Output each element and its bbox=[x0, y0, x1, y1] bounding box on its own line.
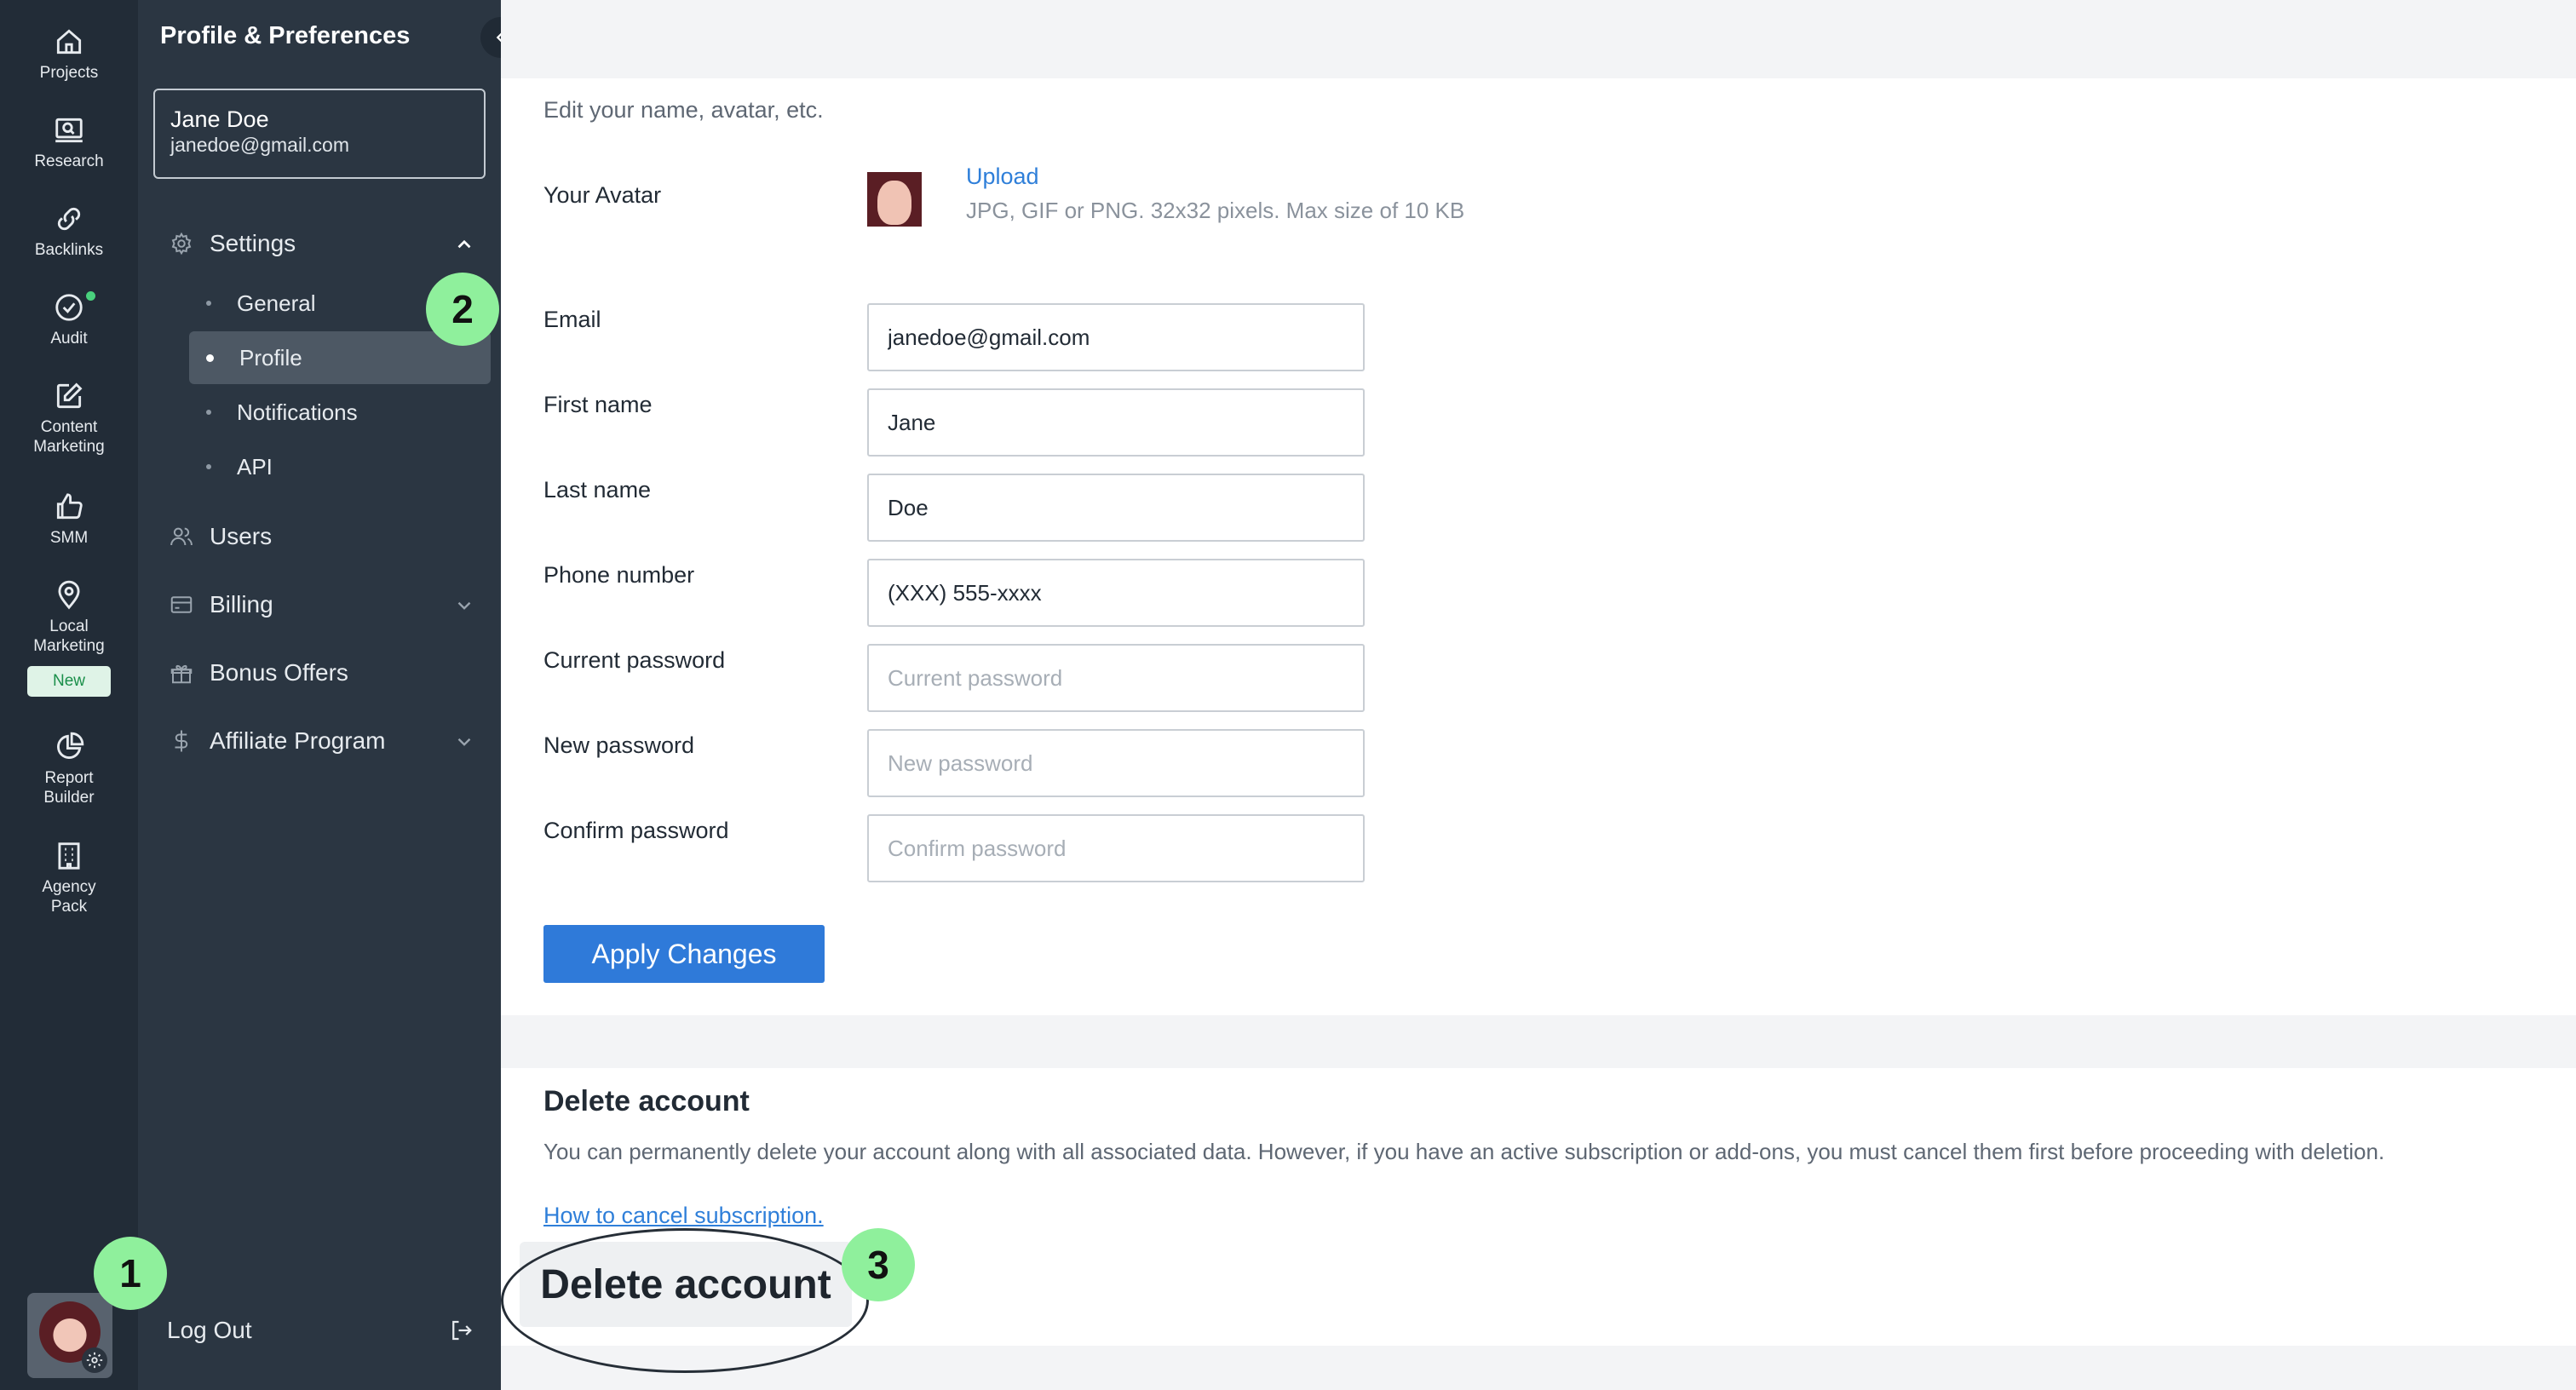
new-badge: New bbox=[27, 666, 111, 697]
confirm-password-label: Confirm password bbox=[543, 818, 729, 843]
notification-dot bbox=[86, 291, 95, 301]
highlight-oval bbox=[501, 1228, 869, 1373]
bullet bbox=[206, 410, 211, 415]
rail-item-research[interactable]: Research bbox=[0, 114, 138, 171]
account-email: janedoe@gmail.com bbox=[170, 134, 350, 156]
rail-item-audit[interactable]: Audit bbox=[0, 291, 138, 348]
rail-label: Agency Pack bbox=[42, 878, 96, 916]
sidebar-item-billing[interactable]: Billing bbox=[169, 591, 273, 618]
delete-account-title: Delete account bbox=[543, 1085, 750, 1117]
confirm-password-field[interactable] bbox=[867, 814, 1365, 882]
sidebar-title: Profile & Preferences bbox=[160, 22, 411, 49]
chevron-up-icon[interactable] bbox=[453, 233, 475, 256]
gear-icon bbox=[82, 1347, 107, 1373]
rail-label: Content Marketing bbox=[33, 418, 105, 456]
thumbs-up-icon bbox=[56, 493, 83, 520]
sidebar-subitem-api[interactable]: API bbox=[189, 440, 491, 493]
sidebar-item-label: Billing bbox=[210, 591, 273, 617]
logout-button[interactable]: Log Out bbox=[167, 1317, 474, 1344]
sidebar-item-label: Affiliate Program bbox=[210, 727, 386, 754]
email-label: Email bbox=[543, 307, 601, 332]
rail-label: SMM bbox=[49, 529, 89, 547]
chevron-down-icon[interactable] bbox=[453, 594, 475, 617]
building-icon bbox=[58, 842, 80, 870]
main-content: Edit your name, avatar, etc. Your Avatar… bbox=[501, 0, 2576, 1390]
user-avatar-button[interactable] bbox=[27, 1293, 112, 1378]
apply-changes-button[interactable]: Apply Changes bbox=[543, 925, 825, 983]
avatar-label: Your Avatar bbox=[543, 182, 662, 208]
gear-icon bbox=[171, 232, 192, 256]
last-name-field[interactable] bbox=[867, 474, 1365, 542]
logout-label: Log Out bbox=[167, 1317, 252, 1343]
rail-label: Report Builder bbox=[43, 769, 95, 807]
new-password-label: New password bbox=[543, 732, 695, 758]
sidebar-subitem-label: Profile bbox=[239, 344, 302, 370]
credit-card-icon bbox=[170, 596, 193, 613]
link-icon bbox=[57, 207, 81, 231]
current-password-label: Current password bbox=[543, 647, 726, 673]
profile-subtitle: Edit your name, avatar, etc. bbox=[543, 97, 824, 123]
rail-item-projects[interactable]: Projects bbox=[0, 26, 138, 83]
location-pin-icon bbox=[58, 580, 80, 610]
check-circle-icon bbox=[55, 294, 83, 321]
current-password-field[interactable] bbox=[867, 644, 1365, 712]
account-card[interactable]: Jane Doe janedoe@gmail.com bbox=[153, 89, 486, 179]
sidebar-subitem-label: Notifications bbox=[237, 399, 358, 425]
bullet bbox=[206, 464, 211, 469]
step-badge-1: 1 bbox=[94, 1237, 167, 1310]
avatar bbox=[867, 172, 922, 227]
icon-rail: Projects Research Backlinks Audit Conten… bbox=[0, 0, 138, 1390]
profile-panel: Edit your name, avatar, etc. Your Avatar… bbox=[501, 78, 2576, 1015]
sidebar-item-settings[interactable]: Settings bbox=[169, 230, 296, 257]
rail-item-content-marketing[interactable]: Content Marketing bbox=[0, 380, 138, 457]
last-name-label: Last name bbox=[543, 477, 652, 503]
preferences-sidebar: Profile & Preferences Jane Doe janedoe@g… bbox=[138, 0, 521, 1390]
upload-hint: JPG, GIF or PNG. 32x32 pixels. Max size … bbox=[966, 198, 1465, 223]
users-icon bbox=[170, 527, 193, 546]
new-password-field[interactable] bbox=[867, 729, 1365, 797]
chevron-down-icon[interactable] bbox=[453, 731, 475, 753]
home-icon bbox=[56, 29, 82, 55]
sidebar-item-label: Settings bbox=[210, 230, 296, 256]
rail-label: Local Marketing bbox=[33, 617, 105, 655]
sidebar-item-bonus-offers[interactable]: Bonus Offers bbox=[169, 659, 348, 686]
gift-icon bbox=[170, 664, 193, 684]
research-icon bbox=[55, 118, 83, 143]
step-badge-2: 2 bbox=[426, 273, 499, 346]
bullet bbox=[206, 353, 214, 362]
account-name: Jane Doe bbox=[170, 106, 269, 132]
rail-item-local-marketing[interactable]: Local Marketing New bbox=[0, 579, 138, 697]
bullet bbox=[206, 301, 211, 306]
rail-label: Backlinks bbox=[34, 241, 104, 259]
sidebar-item-label: Users bbox=[210, 523, 273, 549]
rail-label: Research bbox=[34, 152, 104, 170]
step-badge-3: 3 bbox=[842, 1228, 915, 1301]
pie-chart-icon bbox=[57, 732, 84, 759]
phone-field[interactable] bbox=[867, 559, 1365, 627]
cancel-subscription-link[interactable]: How to cancel subscription. bbox=[543, 1203, 824, 1229]
upload-link[interactable]: Upload bbox=[966, 164, 1039, 190]
dollar-icon bbox=[175, 730, 188, 752]
rail-item-report-builder[interactable]: Report Builder bbox=[0, 731, 138, 807]
rail-label: Projects bbox=[39, 64, 99, 82]
first-name-field[interactable] bbox=[867, 388, 1365, 457]
sidebar-item-label: Bonus Offers bbox=[210, 659, 348, 686]
rail-item-backlinks[interactable]: Backlinks bbox=[0, 203, 138, 260]
sidebar-subitem-notifications[interactable]: Notifications bbox=[189, 386, 491, 439]
phone-label: Phone number bbox=[543, 562, 695, 588]
rail-item-smm[interactable]: SMM bbox=[0, 491, 138, 548]
delete-account-description: You can permanently delete your account … bbox=[543, 1139, 2385, 1164]
rail-item-agency-pack[interactable]: Agency Pack bbox=[0, 840, 138, 916]
logout-icon bbox=[452, 1320, 472, 1341]
sidebar-subitem-label: API bbox=[237, 453, 273, 480]
email-field[interactable] bbox=[867, 303, 1365, 371]
sidebar-subitem-label: General bbox=[237, 290, 316, 316]
first-name-label: First name bbox=[543, 392, 653, 417]
sidebar-item-affiliate-program[interactable]: Affiliate Program bbox=[169, 727, 385, 755]
rail-label: Audit bbox=[50, 330, 88, 348]
sidebar-item-users[interactable]: Users bbox=[169, 523, 272, 550]
edit-icon bbox=[56, 382, 83, 409]
